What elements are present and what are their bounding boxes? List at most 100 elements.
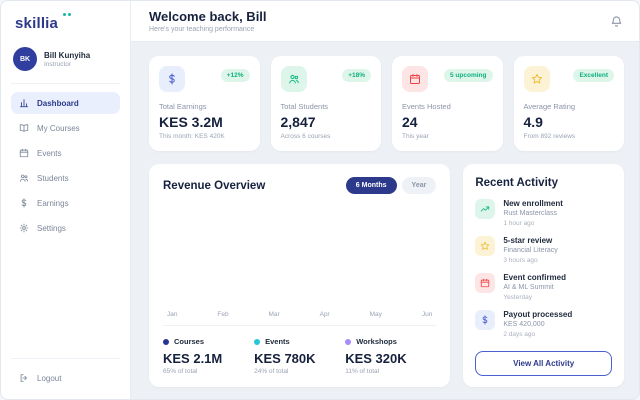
x-tick: Mar	[268, 311, 280, 318]
stat-label: Events Hosted	[402, 102, 451, 111]
activity-item-time: 1 hour ago	[503, 220, 535, 227]
user-role: Instructor	[44, 60, 72, 68]
chart-x-axis: Jan Feb Mar Apr May Jun	[163, 311, 437, 326]
sidebar-item-students[interactable]: Students	[11, 167, 120, 189]
stat-sub: This month: KES 420K	[159, 133, 225, 140]
legend-label: Events	[265, 337, 290, 346]
sidebar-item-settings[interactable]: Settings	[11, 217, 120, 239]
legend-label: Workshops	[356, 337, 397, 346]
legend-dot-icon	[254, 338, 261, 345]
sidebar-item-label: My Courses	[37, 123, 80, 133]
calendar-icon	[402, 66, 428, 92]
stat-card-events-hosted[interactable]: 5 upcoming Events Hosted 24 This year	[392, 56, 503, 151]
activity-item-title: New enrollment	[503, 199, 563, 208]
user-name: Bill Kunyiha	[44, 50, 91, 60]
calendar-icon	[475, 273, 496, 293]
x-tick: May	[369, 311, 382, 318]
stat-sub: This year	[402, 133, 429, 140]
legend-share: 24% of total	[254, 368, 289, 375]
header: Welcome back, Bill Here's your teaching …	[131, 1, 639, 42]
stat-value: KES 3.2M	[159, 114, 223, 130]
recent-activity-card: Recent Activity New enrollment Rust Mast…	[463, 164, 624, 387]
dashboard-content: +12% Total Earnings KES 3.2M This month:…	[131, 42, 639, 399]
activity-item-time: 2 days ago	[503, 331, 536, 338]
sidebar-nav: Dashboard My Courses Events Students Ear…	[11, 92, 120, 239]
x-tick: Jan	[167, 311, 178, 318]
book-icon	[19, 123, 29, 133]
star-icon	[523, 66, 550, 92]
activity-item-subtitle: AI & ML Summit	[503, 284, 554, 291]
logout-button[interactable]: Logout	[11, 367, 120, 389]
toggle-6-months[interactable]: 6 Months	[345, 177, 397, 194]
stat-card-total-students[interactable]: +18% Total Students 2,847 Across 6 cours…	[270, 56, 381, 151]
list-item[interactable]: New enrollment Rust Masterclass 1 hour a…	[475, 199, 612, 227]
list-item[interactable]: Event confirmed AI & ML Summit Yesterday	[475, 273, 612, 301]
notifications-button[interactable]	[610, 15, 623, 28]
brand-logo-dots-icon	[63, 13, 71, 16]
stat-value: 2,847	[280, 114, 316, 130]
activity-item-title: Event confirmed	[503, 273, 567, 282]
x-tick: Jun	[421, 311, 433, 318]
sidebar-item-label: Dashboard	[37, 98, 79, 108]
legend-dot-icon	[345, 338, 352, 345]
sidebar-item-label: Students	[37, 173, 69, 183]
revenue-title: Revenue Overview	[163, 179, 266, 192]
users-icon	[280, 66, 307, 92]
dollar-icon	[19, 198, 29, 208]
sidebar-item-earnings[interactable]: Earnings	[11, 192, 120, 214]
stat-value: 4.9	[523, 114, 543, 130]
status-badge: 5 upcoming	[444, 69, 493, 82]
sidebar-item-events[interactable]: Events	[11, 142, 120, 164]
x-tick: Apr	[319, 311, 330, 318]
legend-label: Courses	[174, 337, 205, 346]
list-item[interactable]: 5-star review Financial Literacy 3 hours…	[475, 236, 612, 264]
status-badge: +12%	[220, 69, 250, 82]
logout-label: Logout	[37, 373, 62, 383]
view-all-activity-button[interactable]: View All Activity	[475, 351, 612, 376]
activity-title: Recent Activity	[475, 177, 558, 189]
sidebar-item-dashboard[interactable]: Dashboard	[11, 92, 120, 114]
legend-share: 65% of total	[163, 368, 198, 375]
stat-label: Total Earnings	[159, 102, 207, 111]
user-profile[interactable]: BK Bill Kunyiha Instructor	[11, 43, 120, 84]
stats-row: +12% Total Earnings KES 3.2M This month:…	[149, 56, 624, 151]
brand-logo: skillia	[11, 13, 120, 43]
stat-value: 24	[402, 114, 418, 130]
toggle-year[interactable]: Year	[401, 177, 437, 194]
stat-card-total-earnings[interactable]: +12% Total Earnings KES 3.2M This month:…	[149, 56, 260, 151]
legend-item-courses: Courses KES 2.1M 65% of total	[163, 337, 254, 375]
legend-value: KES 320K	[345, 351, 407, 366]
avatar: BK	[13, 47, 37, 71]
activity-item-subtitle: Rust Masterclass	[503, 210, 558, 217]
page-title: Welcome back, Bill	[149, 9, 267, 24]
activity-item-subtitle: Financial Literacy	[503, 247, 558, 254]
sidebar-item-my-courses[interactable]: My Courses	[11, 117, 120, 139]
revenue-overview-card: Revenue Overview 6 Months Year Jan Feb M…	[149, 164, 451, 387]
legend-value: KES 2.1M	[163, 351, 223, 366]
logout-icon	[19, 373, 29, 383]
x-tick: Feb	[217, 311, 229, 318]
app-window: skillia BK Bill Kunyiha Instructor Dashb…	[0, 0, 640, 400]
activity-item-time: Yesterday	[503, 294, 532, 301]
trend-up-icon	[475, 199, 496, 219]
sidebar-item-label: Settings	[37, 223, 66, 233]
legend-item-workshops: Workshops KES 320K 11% of total	[345, 337, 436, 375]
stat-label: Total Students	[280, 102, 329, 111]
legend-share: 11% of total	[345, 368, 380, 375]
activity-item-subtitle: KES 420,000	[503, 321, 545, 328]
calendar-icon	[19, 148, 29, 158]
stat-card-average-rating[interactable]: Excellent Average Rating 4.9 From 892 re…	[513, 56, 624, 151]
status-badge: Excellent	[573, 69, 614, 82]
revenue-legend: Courses KES 2.1M 65% of total Events KES…	[163, 337, 436, 375]
legend-item-events: Events KES 780K 24% of total	[254, 337, 345, 375]
activity-item-time: 3 hours ago	[503, 257, 538, 264]
page-subtitle: Here's your teaching performance	[149, 26, 255, 33]
stat-sub: Across 6 courses	[280, 133, 331, 140]
star-icon	[475, 236, 496, 256]
activity-item-title: Payout processed	[503, 310, 573, 319]
list-item[interactable]: Payout processed KES 420,000 2 days ago	[475, 310, 612, 338]
activity-item-title: 5-star review	[503, 236, 553, 245]
range-toggle: 6 Months Year	[345, 177, 437, 194]
status-badge: +18%	[342, 69, 371, 82]
dollar-icon	[475, 310, 496, 330]
